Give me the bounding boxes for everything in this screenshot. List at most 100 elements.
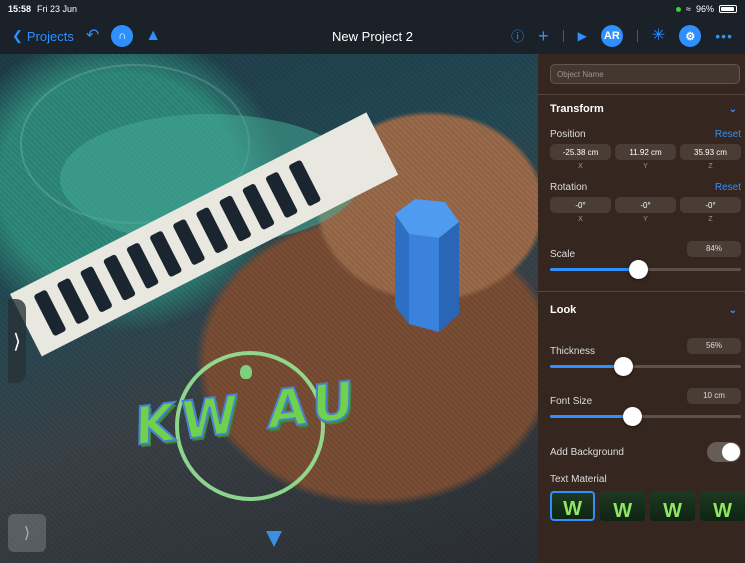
- expand-sidebar-button[interactable]: ⟩: [8, 299, 26, 383]
- key: [149, 230, 183, 278]
- add-icon[interactable]: +: [538, 27, 549, 45]
- undo-icon[interactable]: ↶: [86, 28, 99, 44]
- key: [56, 277, 90, 325]
- thickness-label: Thickness: [550, 346, 596, 357]
- rotation-z: -0° Z: [680, 197, 741, 223]
- text-material-row: Text Material: [538, 474, 745, 485]
- position-z-field[interactable]: 35.93 cm: [680, 144, 741, 160]
- back-to-projects-button[interactable]: ❮ Projects: [12, 28, 74, 44]
- look-title: Look: [550, 304, 577, 316]
- status-indicators: ≈ 96%: [676, 4, 737, 14]
- thickness-slider-fill: [550, 365, 623, 368]
- material-swatch-2[interactable]: W: [600, 491, 646, 521]
- rotation-fields: -0° X -0° Y -0° Z: [538, 197, 745, 223]
- divider: [538, 291, 745, 292]
- inspector-panel: Transform ⌄ Position Reset -25.38 cm X 1…: [538, 54, 745, 563]
- rotation-z-field[interactable]: -0°: [680, 197, 741, 213]
- rotation-label: Rotation: [550, 182, 588, 193]
- key: [172, 218, 206, 266]
- ar-camera-viewport[interactable]: KW AU ⟩ ⟩: [0, 54, 538, 563]
- object-name-input[interactable]: [550, 64, 740, 84]
- battery-percent: 96%: [695, 4, 714, 14]
- scale-value-field[interactable]: 84%: [687, 240, 741, 257]
- position-reset-button[interactable]: Reset: [715, 129, 741, 140]
- camera-indicator-icon: [676, 6, 682, 12]
- wifi-icon: ≈: [686, 4, 691, 14]
- key: [195, 206, 229, 254]
- scene-hierarchy-icon[interactable]: ▲: [145, 28, 161, 44]
- material-swatch-4[interactable]: W: [700, 491, 745, 521]
- play-icon[interactable]: ▶: [578, 30, 587, 42]
- font-size-slider-knob[interactable]: [623, 407, 643, 426]
- key: [79, 265, 113, 313]
- thickness-row: Thickness 56%: [538, 334, 745, 357]
- ar-anchor-icon[interactable]: ✳: [652, 28, 665, 44]
- position-y-field[interactable]: 11.92 cm: [615, 144, 676, 160]
- material-swatch-3[interactable]: W: [650, 491, 696, 521]
- settings-gear-icon[interactable]: ⚙: [679, 25, 702, 47]
- rotation-row: Rotation Reset: [538, 182, 745, 193]
- hexagon-prism-object[interactable]: [385, 194, 461, 334]
- scale-row: Scale 84%: [538, 237, 745, 260]
- key: [264, 171, 299, 219]
- status-bar: 15:58 Fri 23 Jun ≈ 96%: [0, 0, 745, 18]
- more-icon[interactable]: •••: [715, 29, 733, 43]
- rotation-y: -0° Y: [615, 197, 676, 223]
- gizmo-height-handle[interactable]: [266, 531, 282, 547]
- key: [125, 242, 160, 290]
- key: [218, 194, 252, 243]
- axis-y-label: Y: [643, 216, 648, 223]
- axis-y-label: Y: [643, 163, 648, 170]
- material-swatch-1[interactable]: W: [550, 491, 596, 521]
- key: [102, 253, 137, 302]
- thickness-slider[interactable]: [550, 357, 741, 376]
- toolbar-divider: [636, 30, 638, 42]
- scale-slider[interactable]: [550, 260, 741, 279]
- info-icon[interactable]: ⓘ: [511, 30, 524, 43]
- rotation-y-field[interactable]: -0°: [615, 197, 676, 213]
- rotation-reset-button[interactable]: Reset: [715, 182, 741, 193]
- look-section-header[interactable]: Look ⌄: [538, 296, 745, 324]
- axis-x-label: X: [578, 163, 583, 170]
- transform-title: Transform: [550, 103, 604, 115]
- scale-slider-fill: [550, 268, 638, 271]
- position-y: 11.92 cm Y: [615, 144, 676, 170]
- scale-label: Scale: [550, 249, 576, 260]
- position-row: Position Reset: [538, 129, 745, 140]
- back-button-label: Projects: [26, 28, 74, 44]
- text-material-label: Text Material: [550, 474, 607, 485]
- gizmo-handle-top[interactable]: [240, 365, 252, 379]
- font-size-slider-fill: [550, 415, 633, 418]
- key: [33, 289, 67, 337]
- toggle-knob: [722, 443, 740, 461]
- position-fields: -25.38 cm X 11.92 cm Y 35.93 cm Z: [538, 144, 745, 170]
- battery-icon: [719, 5, 737, 13]
- scale-slider-knob[interactable]: [628, 260, 648, 279]
- secondary-panel-button[interactable]: ⟩: [8, 514, 46, 552]
- status-time: 15:58: [8, 4, 32, 14]
- rotation-x: -0° X: [550, 197, 611, 223]
- axis-z-label: Z: [708, 163, 713, 170]
- chevron-right-icon: ⟩: [23, 525, 31, 542]
- position-x-field[interactable]: -25.38 cm: [550, 144, 611, 160]
- axis-x-label: X: [578, 216, 583, 223]
- ar-mode-button[interactable]: AR: [600, 25, 623, 47]
- add-background-toggle[interactable]: [707, 442, 741, 462]
- position-x: -25.38 cm X: [550, 144, 611, 170]
- key: [288, 159, 322, 207]
- chevron-left-icon: ❮: [12, 28, 23, 43]
- magnet-icon[interactable]: ∩: [111, 25, 134, 47]
- key: [241, 183, 276, 231]
- toolbar-divider: [562, 30, 564, 42]
- rotation-x-field[interactable]: -0°: [550, 197, 611, 213]
- font-size-value-field[interactable]: 10 cm: [687, 387, 741, 404]
- transform-section-header[interactable]: Transform ⌄: [538, 95, 745, 123]
- text-material-swatches: W W W W: [538, 491, 745, 521]
- font-size-slider[interactable]: [550, 407, 741, 426]
- status-date: Fri 23 Jun: [37, 4, 78, 14]
- thickness-value-field[interactable]: 56%: [687, 337, 741, 354]
- thickness-slider-knob[interactable]: [613, 357, 633, 376]
- chevron-down-icon[interactable]: ⌄: [729, 104, 737, 115]
- chevron-down-icon[interactable]: ⌄: [729, 305, 737, 316]
- position-label: Position: [550, 129, 586, 140]
